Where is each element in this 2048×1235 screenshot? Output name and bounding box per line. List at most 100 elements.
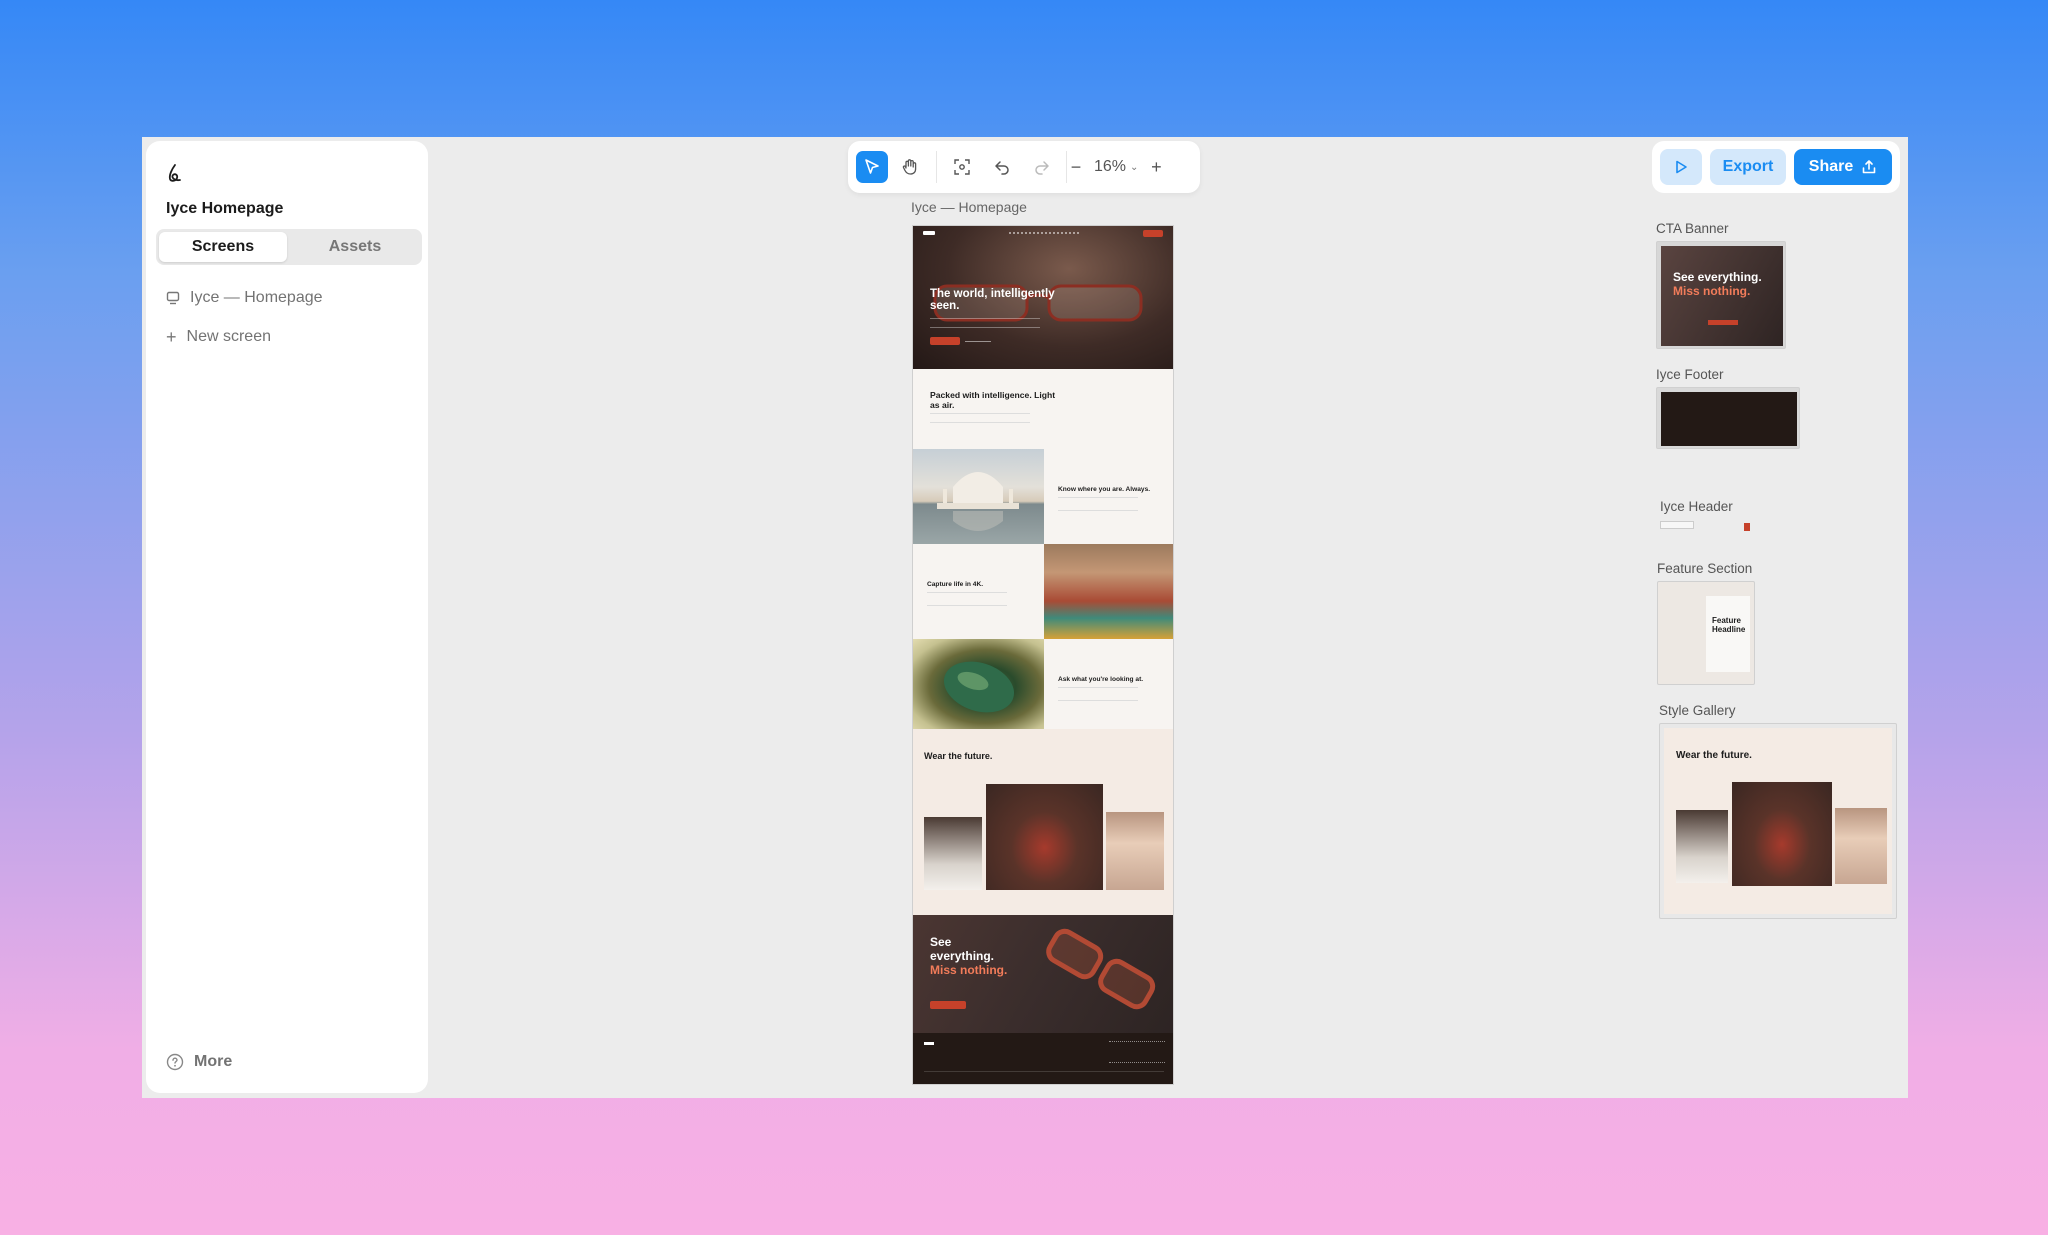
cta-title-line: everything. [930, 949, 995, 963]
component-thumb-feature-section[interactable]: Feature Headline [1657, 581, 1755, 685]
intro-title: Packed with intelligence. Light as air. [930, 390, 1056, 410]
header-cta [1143, 230, 1163, 237]
focus-icon [954, 159, 970, 175]
cta-glasses-image [1046, 928, 1156, 1010]
preview-button[interactable] [1660, 149, 1702, 185]
tab-assets[interactable]: Assets [291, 232, 419, 262]
feature-row-location: Know where you are. Always. [913, 449, 1173, 544]
hand-icon [902, 159, 917, 175]
footer-logo [924, 1042, 934, 1045]
cursor-icon [865, 159, 879, 174]
taj-mahal-image [913, 449, 1044, 544]
hero-subtitle [930, 318, 1040, 328]
cta-title-line: See [930, 935, 952, 949]
component-label-feature-section[interactable]: Feature Section [1657, 561, 1752, 576]
component-label-cta-banner[interactable]: CTA Banner [1656, 221, 1729, 236]
more-label: More [194, 1053, 233, 1070]
chevron-down-icon[interactable]: ⌄ [1130, 162, 1138, 173]
feature-title: Know where you are. Always. [1058, 486, 1151, 493]
feature-title: Ask what you're looking at. [1058, 676, 1144, 683]
gallery-thumb-right [1835, 808, 1887, 884]
cta-thumb-highlight: Miss nothing. [1673, 284, 1751, 298]
component-label-style-gallery[interactable]: Style Gallery [1659, 703, 1736, 718]
tab-screens[interactable]: Screens [159, 232, 287, 262]
export-button[interactable]: Export [1710, 149, 1786, 185]
hero-primary-button [930, 337, 960, 345]
editor-window: Iyce Homepage Screens Assets Iyce — Home… [142, 137, 1908, 1098]
header-logo [923, 231, 935, 235]
component-thumb-style-gallery[interactable]: Wear the future. [1659, 723, 1897, 919]
cta-button [930, 1001, 966, 1009]
cta-thumb-button [1708, 320, 1738, 325]
feature-text-location: Know where you are. Always. [1044, 449, 1173, 544]
hand-tool-button[interactable] [894, 151, 926, 183]
undo-button[interactable] [986, 151, 1018, 183]
gallery-thumb-title: Wear the future. [1676, 750, 1752, 761]
screen-item-homepage[interactable]: Iyce — Homepage [166, 289, 323, 307]
feature-text-camera: Capture life in 4K. [913, 544, 1044, 639]
cta-thumb-title: See everything. [1673, 270, 1762, 284]
more-button[interactable]: More [166, 1053, 232, 1071]
zoom-out-icon[interactable]: − [1068, 157, 1084, 178]
intro-section: Packed with intelligence. Light as air. [913, 369, 1173, 449]
footer-divider [924, 1071, 1164, 1072]
share-button[interactable]: Share [1794, 149, 1892, 185]
feature-text-assistant: Ask what you're looking at. [1044, 639, 1173, 734]
gallery-thumb-center [1732, 782, 1832, 886]
style-card-right [1106, 812, 1164, 890]
cta-title-highlight: Miss nothing. [930, 963, 1008, 977]
feature-body [1058, 497, 1138, 511]
fit-view-button[interactable] [946, 151, 978, 183]
footer-links [1109, 1041, 1165, 1063]
redo-button[interactable] [1026, 151, 1058, 183]
component-thumb-header[interactable] [1660, 519, 1750, 535]
style-card-center [986, 784, 1103, 890]
styles-title: Wear the future. [924, 751, 993, 761]
feature-thumb-title: Feature Headline [1712, 616, 1746, 634]
component-thumb-cta-banner[interactable]: See everything. Miss nothing. [1656, 241, 1786, 349]
feature-title: Capture life in 4K. [927, 581, 984, 588]
component-label-footer[interactable]: Iyce Footer [1656, 367, 1724, 382]
styles-gallery-section: Wear the future. [913, 729, 1173, 915]
app-logo-icon[interactable] [166, 163, 184, 188]
help-circle-icon [166, 1053, 184, 1071]
festival-crowd-image [1044, 544, 1173, 639]
zoom-control: − 16% ⌄ + [1068, 141, 1164, 193]
gallery-thumb-bg: Wear the future. [1664, 728, 1892, 914]
hero-title: The world, intelligently seen. [930, 288, 1055, 312]
gallery-thumb-left [1676, 810, 1728, 883]
screen-item-label: Iyce — Homepage [190, 289, 323, 306]
feature-row-assistant: Ask what you're looking at. [913, 639, 1173, 734]
select-tool-button[interactable] [856, 151, 888, 183]
project-title: Iyce Homepage [166, 200, 284, 217]
frame-label[interactable]: Iyce — Homepage [911, 199, 1027, 215]
screen-icon [166, 291, 180, 305]
feature-row-camera: Capture life in 4K. [913, 544, 1173, 639]
sidebar-tabs: Screens Assets [156, 229, 422, 265]
left-sidebar: Iyce Homepage Screens Assets Iyce — Home… [146, 141, 428, 1093]
share-label: Share [1808, 158, 1854, 175]
feature-thumb-card: Feature Headline [1706, 596, 1750, 672]
intro-body [930, 413, 1030, 423]
play-icon [1676, 160, 1687, 174]
footer-thumb-bg [1661, 392, 1797, 446]
plus-icon: + [166, 327, 177, 347]
beetle-image [913, 639, 1044, 734]
hero-section: The world, intelligently seen. [913, 226, 1173, 369]
style-card-left [924, 817, 982, 890]
component-label-header[interactable]: Iyce Header [1660, 499, 1733, 514]
top-actions: Export Share [1652, 141, 1900, 193]
feature-body [927, 592, 1007, 606]
zoom-level[interactable]: 16% [1094, 158, 1126, 176]
header-thumb-logo [1660, 521, 1694, 529]
new-screen-button[interactable]: + New screen [166, 328, 271, 346]
zoom-in-icon[interactable]: + [1148, 157, 1164, 178]
upload-icon [1862, 160, 1876, 174]
hero-secondary-link [965, 341, 991, 342]
homepage-frame[interactable]: The world, intelligently seen. Packed wi… [912, 225, 1174, 1085]
undo-icon [995, 161, 1009, 175]
footer-section [913, 1033, 1173, 1084]
component-thumb-footer[interactable] [1656, 387, 1800, 449]
cta-banner-section: See everything. Miss nothing. [913, 915, 1173, 1033]
cta-title: See everything. Miss nothing. [930, 935, 1030, 977]
